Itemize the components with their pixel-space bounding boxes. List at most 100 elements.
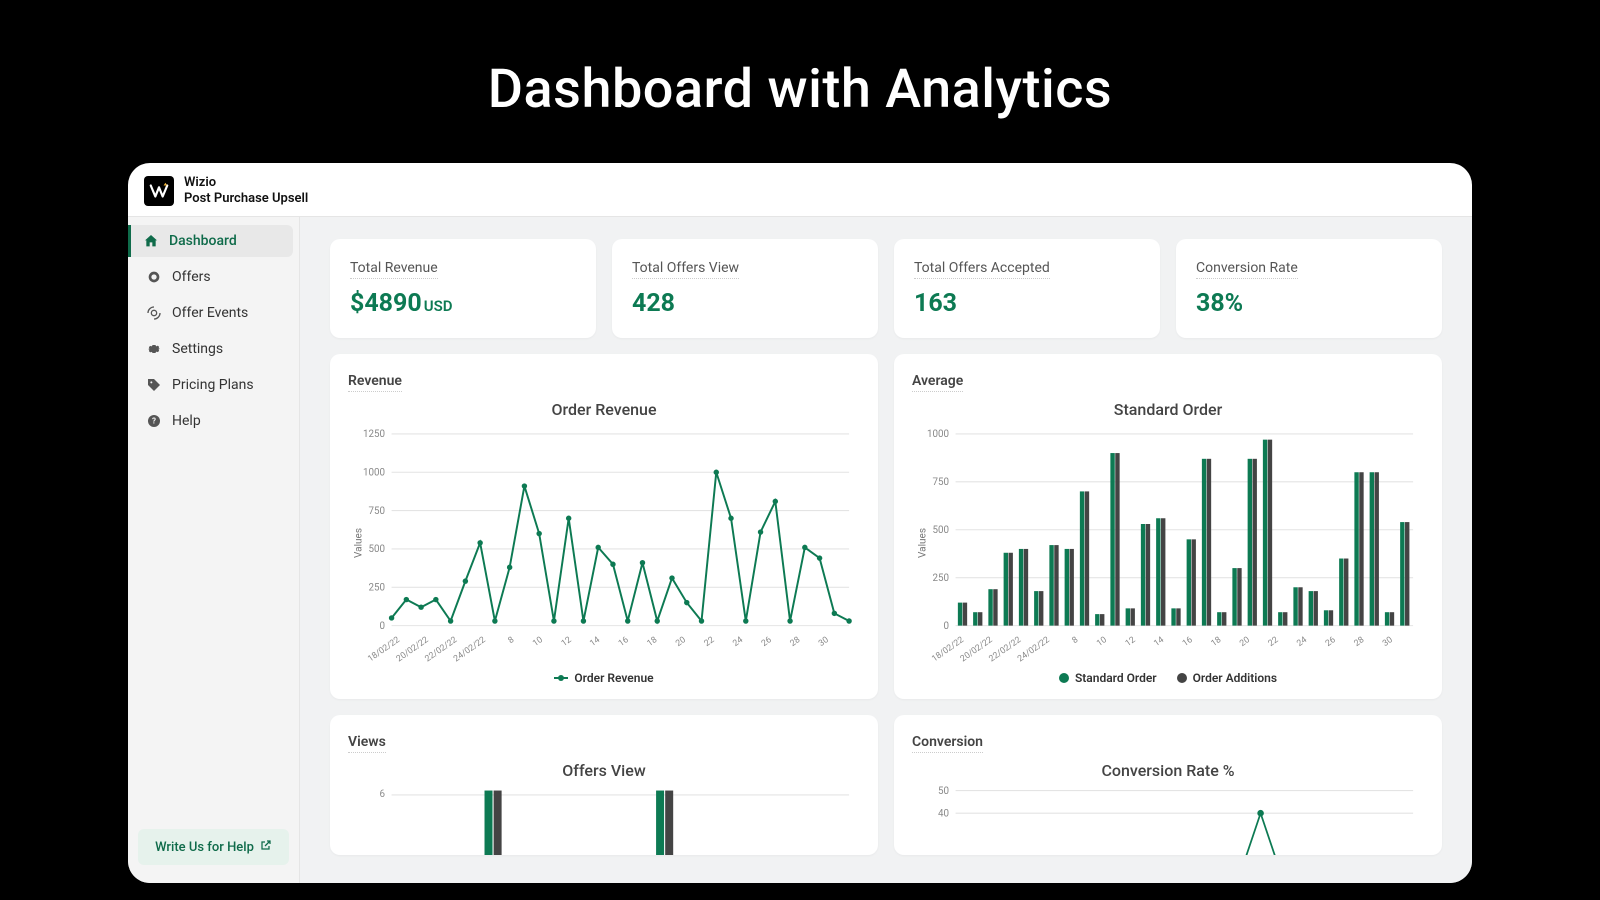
stat-value: 428 — [632, 289, 858, 318]
svg-text:12: 12 — [560, 635, 574, 649]
sidebar-item-label: Settings — [172, 341, 223, 357]
svg-text:40: 40 — [938, 808, 949, 819]
svg-text:22: 22 — [1267, 635, 1281, 649]
chart-legend: Standard Order Order Additions — [912, 663, 1424, 689]
sidebar-item-offers[interactable]: Offers — [134, 261, 293, 293]
chart-title: Conversion Rate % — [912, 761, 1424, 780]
chart-title: Order Revenue — [348, 400, 860, 419]
svg-text:28: 28 — [1352, 635, 1366, 649]
svg-text:8: 8 — [1071, 635, 1081, 646]
svg-text:28: 28 — [788, 635, 802, 649]
svg-text:16: 16 — [617, 635, 631, 649]
svg-text:0: 0 — [380, 621, 386, 632]
app-logo-icon — [144, 176, 174, 206]
chart-card-conversion: Conversion Conversion Rate % 50 40 — [894, 715, 1442, 855]
sidebar-item-label: Pricing Plans — [172, 377, 254, 393]
gear-icon — [146, 341, 162, 357]
chart-card-views: Views Offers View 6 — [330, 715, 878, 855]
svg-text:16: 16 — [1181, 635, 1195, 649]
legend-item-order-additions: Order Additions — [1177, 671, 1277, 685]
sidebar-item-pricing-plans[interactable]: Pricing Plans — [134, 369, 293, 401]
svg-text:18: 18 — [645, 635, 659, 649]
stat-value: 38% — [1196, 289, 1422, 318]
stat-value: $4890USD — [350, 289, 576, 318]
app-title: Wizio Post Purchase Upsell — [184, 175, 308, 206]
chart-title: Standard Order — [912, 400, 1424, 419]
svg-text:18: 18 — [1209, 635, 1223, 649]
stat-label: Total Revenue — [350, 260, 438, 279]
legend-item-standard-order: Standard Order — [1059, 671, 1157, 685]
svg-text:24: 24 — [1295, 635, 1309, 649]
y-axis-label: Values — [354, 528, 365, 558]
svg-text:1250: 1250 — [363, 429, 385, 440]
help-footer-label: Write Us for Help — [155, 840, 254, 855]
svg-text:24: 24 — [731, 635, 745, 649]
card-tag: Average — [912, 373, 963, 392]
sidebar-item-dashboard[interactable]: Dashboard — [128, 225, 293, 257]
svg-text:30: 30 — [817, 635, 831, 649]
stat-card-total-offers-view: Total Offers View 428 — [612, 239, 878, 338]
svg-text:26: 26 — [1324, 635, 1338, 649]
svg-text:24/02/22: 24/02/22 — [1016, 635, 1052, 663]
sidebar-item-label: Offer Events — [172, 305, 248, 321]
line-chart-revenue: Values 02505007501000125018/02/2220/02/2… — [348, 423, 860, 663]
sidebar-item-label: Dashboard — [169, 233, 237, 249]
svg-text:26: 26 — [760, 635, 774, 649]
svg-text:500: 500 — [933, 525, 950, 536]
svg-text:8: 8 — [507, 635, 517, 646]
stat-value: 163 — [914, 289, 1140, 318]
sidebar-item-help[interactable]: ? Help — [134, 405, 293, 437]
sidebar-item-label: Offers — [172, 269, 211, 285]
external-link-icon — [260, 839, 272, 855]
svg-text:50: 50 — [938, 786, 949, 797]
sidebar-item-label: Help — [172, 413, 201, 429]
chart-title: Offers View — [348, 761, 860, 780]
chart-grid: Revenue Order Revenue Values 0 250 500 750 1… — [330, 354, 1442, 855]
home-icon — [143, 233, 159, 249]
offers-icon — [146, 269, 162, 285]
stat-card-total-revenue: Total Revenue $4890USD — [330, 239, 596, 338]
tag-icon — [146, 377, 162, 393]
svg-text:22: 22 — [703, 635, 717, 649]
sidebar-item-settings[interactable]: Settings — [134, 333, 293, 365]
stat-label: Total Offers View — [632, 260, 739, 279]
svg-text:1000: 1000 — [927, 429, 949, 440]
app-body: Dashboard Offers Offer Events Settings — [128, 217, 1472, 883]
svg-text:500: 500 — [369, 544, 386, 555]
sidebar-item-offer-events[interactable]: Offer Events — [134, 297, 293, 329]
app-name-line2: Post Purchase Upsell — [184, 191, 308, 207]
svg-text:750: 750 — [369, 506, 386, 517]
legend-dot-icon — [1059, 673, 1069, 683]
hero-title: Dashboard with Analytics — [0, 0, 1600, 163]
card-tag: Revenue — [348, 373, 402, 392]
bar-chart-offers-view: 6 — [348, 784, 860, 855]
svg-text:250: 250 — [369, 583, 386, 594]
stat-row: Total Revenue $4890USD Total Offers View… — [330, 239, 1442, 338]
card-tag: Views — [348, 734, 386, 753]
chart-card-revenue: Revenue Order Revenue Values 0 250 500 750 1… — [330, 354, 878, 699]
legend-dot-icon — [1177, 673, 1187, 683]
stat-label: Total Offers Accepted — [914, 260, 1050, 279]
stat-card-conversion-rate: Conversion Rate 38% — [1176, 239, 1442, 338]
write-us-for-help-button[interactable]: Write Us for Help — [138, 829, 289, 865]
svg-text:20: 20 — [1238, 635, 1252, 649]
app-window: Wizio Post Purchase Upsell Dashboard Off… — [128, 163, 1472, 883]
svg-text:750: 750 — [933, 477, 950, 488]
offer-events-icon — [146, 305, 162, 321]
legend-line-icon — [554, 677, 568, 679]
y-axis-label: Values — [918, 528, 929, 558]
svg-text:24/02/22: 24/02/22 — [452, 635, 488, 663]
stat-card-total-offers-accepted: Total Offers Accepted 163 — [894, 239, 1160, 338]
bar-chart-standard-order: Values 0250500750100018/02/2220/02/2222/… — [912, 423, 1424, 663]
help-icon: ? — [146, 413, 162, 429]
chart-card-average: Average Standard Order Values 0250500750… — [894, 354, 1442, 699]
app-header: Wizio Post Purchase Upsell — [128, 163, 1472, 217]
stat-label: Conversion Rate — [1196, 260, 1298, 279]
chart-legend: Order Revenue — [348, 663, 860, 689]
card-tag: Conversion — [912, 734, 983, 753]
svg-text:10: 10 — [1095, 635, 1109, 649]
svg-text:20: 20 — [674, 635, 688, 649]
svg-text:?: ? — [152, 417, 156, 426]
svg-text:10: 10 — [531, 635, 545, 649]
app-name-line1: Wizio — [184, 175, 308, 191]
